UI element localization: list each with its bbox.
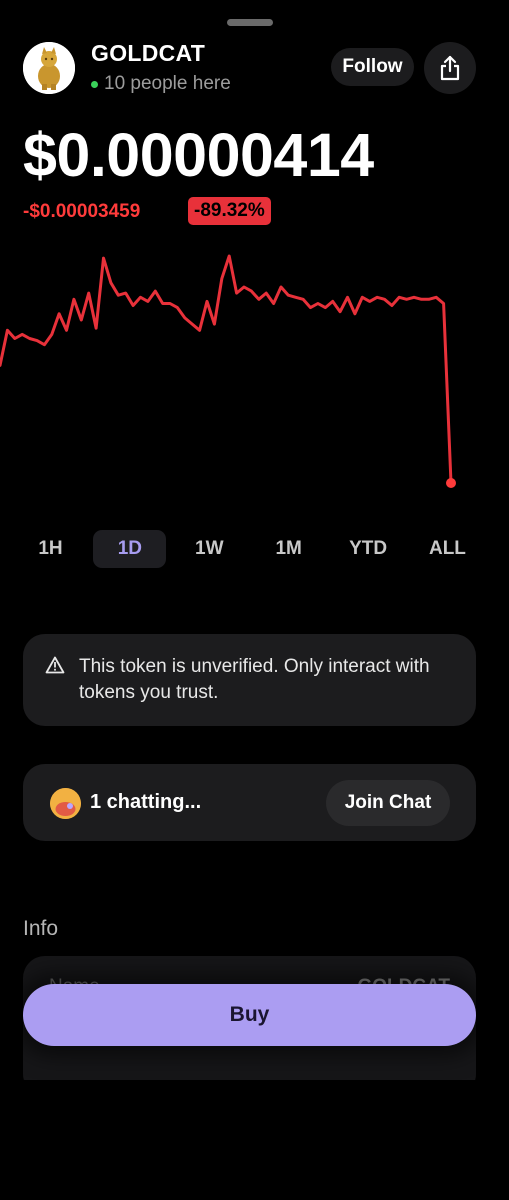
presence-indicator: 10 people here — [91, 73, 231, 95]
range-tab-all[interactable]: ALL — [411, 530, 484, 568]
token-name: GOLDCAT — [91, 40, 206, 66]
warning-text: This token is unverified. Only interact … — [79, 656, 430, 703]
share-button[interactable] — [424, 42, 476, 94]
presence-text: 10 people here — [104, 73, 231, 94]
online-dot-icon — [91, 80, 98, 88]
chat-card: 1 chatting... Join Chat — [23, 764, 476, 841]
time-range-selector: 1H 1D 1W 1M YTD ALL — [14, 530, 484, 568]
current-price: $0.00000414 — [23, 121, 374, 189]
unverified-warning-card: This token is unverified. Only interact … — [23, 634, 476, 726]
range-tab-1m[interactable]: 1M — [252, 530, 325, 568]
join-chat-button[interactable]: Join Chat — [326, 780, 450, 826]
info-section-title: Info — [23, 917, 59, 940]
token-sheet: GOLDCAT 10 people here Follow $0.0000041… — [0, 0, 509, 1080]
chatting-count: 1 chatting... — [90, 791, 202, 813]
follow-button[interactable]: Follow — [331, 48, 414, 86]
price-line — [0, 254, 453, 485]
price-chart[interactable] — [0, 240, 509, 510]
price-change-absolute: -$0.00003459 — [23, 201, 141, 222]
token-avatar — [23, 42, 75, 94]
range-tab-1h[interactable]: 1H — [14, 530, 87, 568]
chat-user-avatar — [50, 788, 81, 819]
sheet-grabber[interactable] — [227, 19, 273, 26]
range-tab-ytd[interactable]: YTD — [332, 530, 405, 568]
price-change-percent-badge: -89.32% — [188, 197, 271, 225]
last-price-dot — [446, 478, 456, 488]
share-icon — [440, 55, 460, 81]
range-tab-1w[interactable]: 1W — [173, 530, 246, 568]
warning-icon — [45, 656, 67, 726]
gold-cat-logo — [23, 42, 75, 94]
buy-button[interactable]: Buy — [23, 984, 476, 1046]
range-tab-1d[interactable]: 1D — [93, 530, 167, 568]
